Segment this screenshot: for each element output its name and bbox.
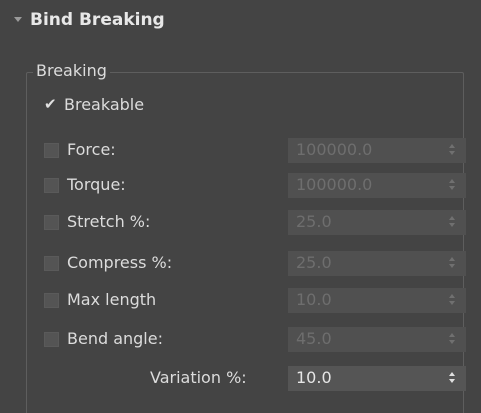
bend-angle-checkbox[interactable]: [44, 332, 59, 347]
stretch-checkbox[interactable]: [44, 215, 59, 230]
force-checkbox[interactable]: [44, 143, 59, 158]
rollout-title[interactable]: Bind Breaking: [30, 8, 165, 32]
torque-checkbox[interactable]: [44, 178, 59, 193]
spinner-arrows-icon[interactable]: [449, 372, 456, 385]
variation-label: Variation %:: [150, 368, 247, 387]
stretch-label[interactable]: Stretch %:: [67, 211, 150, 233]
max-length-value[interactable]: 10.0: [296, 289, 332, 311]
bend-angle-spinner[interactable]: 45.0: [288, 327, 466, 352]
variation-spinner[interactable]: 10.0: [288, 366, 466, 391]
rollout-header[interactable]: Bind Breaking: [0, 0, 481, 44]
spinner-arrows-icon[interactable]: [449, 257, 456, 270]
checkmark-icon: ✔: [44, 95, 57, 113]
compress-value[interactable]: 25.0: [296, 252, 332, 274]
spinner-arrows-icon[interactable]: [449, 144, 456, 157]
collapse-arrow-icon[interactable]: [14, 17, 22, 22]
torque-label[interactable]: Torque:: [67, 174, 126, 196]
breakable-checkbox[interactable]: ✔: [44, 95, 59, 113]
compress-spinner[interactable]: 25.0: [288, 251, 466, 276]
breaking-groupbox: [26, 72, 464, 413]
spinner-arrows-icon[interactable]: [449, 333, 456, 346]
spinner-arrows-icon[interactable]: [449, 216, 456, 229]
max-length-checkbox[interactable]: [44, 293, 59, 308]
compress-checkbox[interactable]: [44, 256, 59, 271]
force-spinner[interactable]: 100000.0: [288, 138, 466, 163]
compress-label[interactable]: Compress %:: [67, 252, 172, 274]
max-length-label[interactable]: Max length: [67, 289, 156, 311]
variation-value[interactable]: 10.0: [296, 367, 332, 389]
stretch-value[interactable]: 25.0: [296, 211, 332, 233]
spinner-arrows-icon[interactable]: [449, 179, 456, 192]
stretch-spinner[interactable]: 25.0: [288, 210, 466, 235]
groupbox-title: Breaking: [33, 60, 110, 82]
force-value[interactable]: 100000.0: [296, 139, 372, 161]
torque-spinner[interactable]: 100000.0: [288, 173, 466, 198]
force-label[interactable]: Force:: [67, 139, 116, 161]
bind-breaking-rollout: Bind Breaking Breaking ✔ Breakable Force…: [0, 0, 481, 413]
torque-value[interactable]: 100000.0: [296, 174, 372, 196]
breakable-label[interactable]: Breakable: [64, 94, 144, 116]
max-length-spinner[interactable]: 10.0: [288, 288, 466, 313]
spinner-arrows-icon[interactable]: [449, 294, 456, 307]
bend-angle-label[interactable]: Bend angle:: [67, 328, 163, 350]
bend-angle-value[interactable]: 45.0: [296, 328, 332, 350]
